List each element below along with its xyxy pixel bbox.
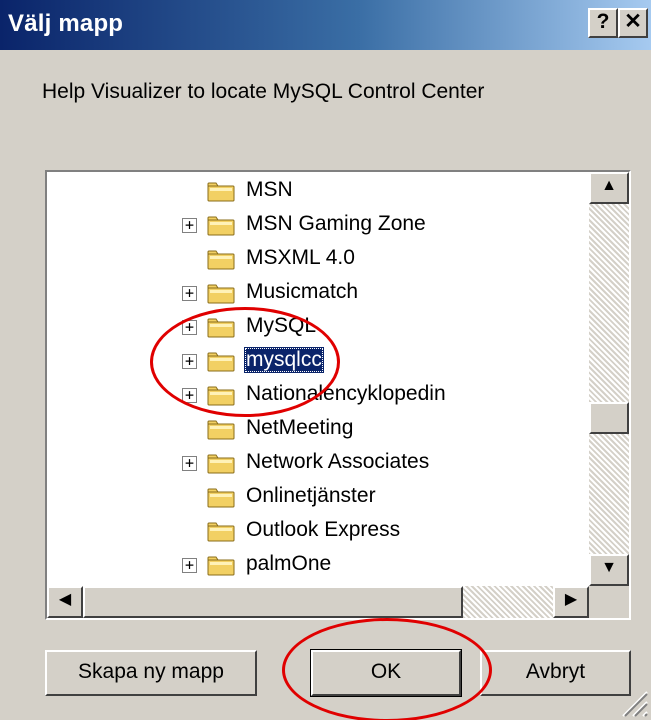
folder-icon <box>207 522 235 542</box>
highlight-circle-ok <box>282 618 492 720</box>
horizontal-scroll-thumb[interactable] <box>83 586 463 618</box>
tree-item-label: Onlinetjänster <box>246 484 376 507</box>
tree-item[interactable]: NetMeeting <box>47 412 589 446</box>
tree-item[interactable]: + Musicmatch <box>47 276 589 310</box>
tree-item[interactable]: MSXML 4.0 <box>47 242 589 276</box>
window-title: Välj mapp <box>8 10 124 37</box>
tree-item-label: Outlook Express <box>246 518 401 541</box>
tree-item-label: palmOne <box>246 552 332 575</box>
expand-plus-icon[interactable]: + <box>182 558 197 573</box>
tree-item[interactable]: Outlook Express <box>47 514 589 548</box>
folder-icon <box>207 182 235 202</box>
folder-tree[interactable]: MSN + MSN Gaming Zone MSXML 4.0 + Musicmatch +… <box>45 170 631 620</box>
highlight-circle-mysqlcc <box>150 307 340 417</box>
folder-icon <box>207 420 235 440</box>
horizontal-scrollbar[interactable]: ◀ ▶ <box>47 586 589 618</box>
scroll-up-button[interactable]: ▲ <box>589 172 629 204</box>
expand-plus-icon[interactable]: + <box>182 456 197 471</box>
expand-plus-icon[interactable]: + <box>182 286 197 301</box>
tree-item-label: MSN <box>246 178 293 201</box>
dialog-prompt: Help Visualizer to locate MySQL Control … <box>42 80 485 103</box>
new-folder-button[interactable]: Skapa ny mapp <box>45 650 257 696</box>
folder-picker-dialog: Välj mapp ? ✕ Help Visualizer to locate … <box>0 0 651 720</box>
folder-icon <box>207 216 235 236</box>
vertical-scrollbar[interactable]: ▲ ▼ <box>589 172 629 586</box>
help-button[interactable]: ? <box>588 8 618 38</box>
tree-item[interactable]: Onlinetjänster <box>47 480 589 514</box>
scroll-left-button[interactable]: ◀ <box>47 586 83 618</box>
close-button[interactable]: ✕ <box>618 8 648 38</box>
tree-item[interactable]: + palmOne <box>47 548 589 582</box>
scroll-right-button[interactable]: ▶ <box>553 586 589 618</box>
tree-item-label: Network Associates <box>246 450 430 473</box>
tree-item-label: NetMeeting <box>246 416 354 439</box>
tree-item[interactable]: MSN <box>47 174 589 208</box>
tree-item[interactable]: + Network Associates <box>47 446 589 480</box>
cancel-button[interactable]: Avbryt <box>480 650 631 696</box>
tree-item-label: MSXML 4.0 <box>246 246 355 269</box>
folder-icon <box>207 556 235 576</box>
title-bar[interactable]: Välj mapp ? ✕ <box>0 0 651 50</box>
scroll-down-button[interactable]: ▼ <box>589 554 629 586</box>
folder-icon <box>207 488 235 508</box>
tree-item[interactable]: + MSN Gaming Zone <box>47 208 589 242</box>
tree-item-label: MSN Gaming Zone <box>246 212 426 235</box>
tree-item-label: Musicmatch <box>246 280 359 303</box>
folder-icon <box>207 454 235 474</box>
expand-plus-icon[interactable]: + <box>182 218 197 233</box>
folder-icon <box>207 284 235 304</box>
scrollbar-corner <box>589 586 629 618</box>
resize-grip-icon[interactable] <box>615 684 649 718</box>
folder-icon <box>207 250 235 270</box>
vertical-scroll-thumb[interactable] <box>589 402 629 434</box>
